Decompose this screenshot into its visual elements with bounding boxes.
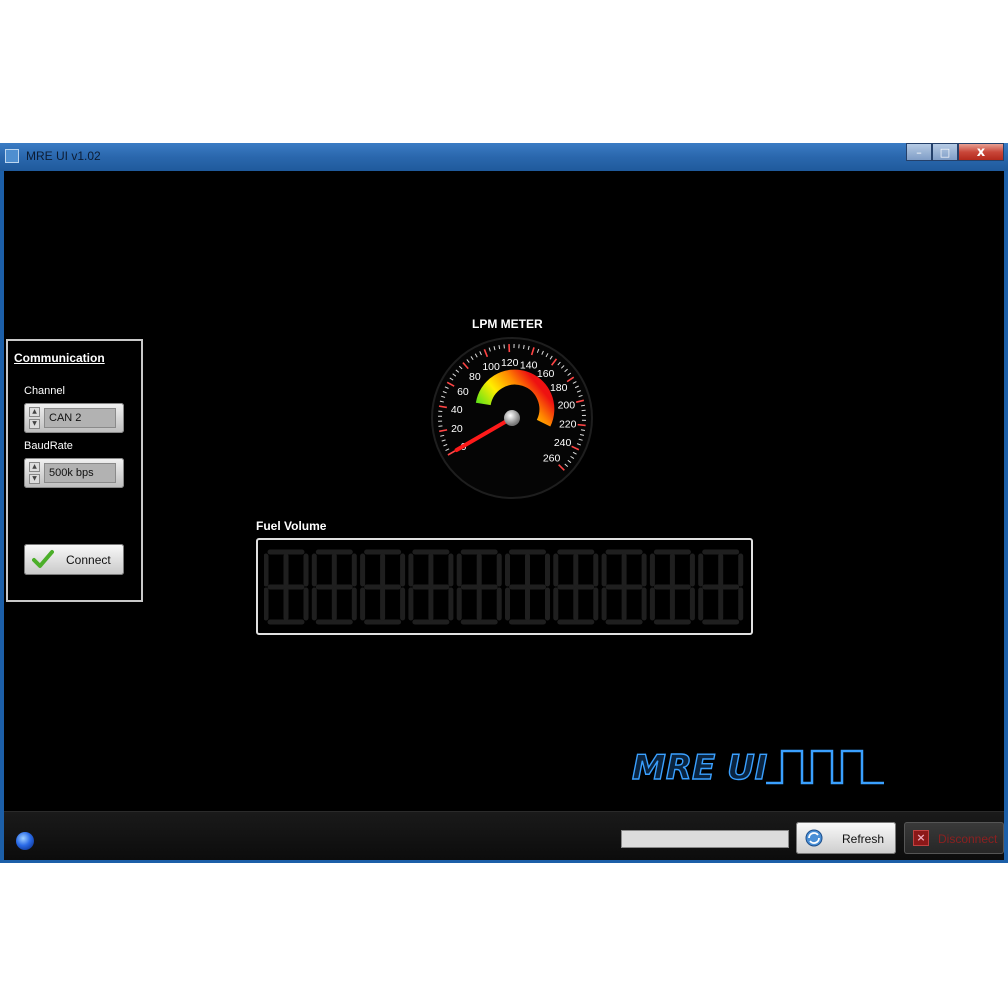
baudrate-spinner[interactable]: ▲ ▼ 500k bps: [24, 458, 124, 488]
client-area: Communication Channel ▲ ▼ CAN 2 BaudRate…: [4, 171, 1004, 860]
status-bar: Refresh × Disconnect: [4, 811, 1004, 860]
connect-label: Connect: [66, 553, 111, 567]
spinner-down-arrow-icon[interactable]: ▼: [29, 474, 40, 484]
gauge-tick-label: 260: [543, 453, 561, 465]
disconnect-button[interactable]: × Disconnect: [904, 822, 1004, 854]
segment-digit: [311, 549, 357, 625]
communication-title: Communication: [14, 351, 105, 365]
title-bar[interactable]: MRE UI v1.02 – □ x: [0, 143, 1008, 171]
segment-digit: [698, 549, 744, 625]
gauge-major-tick: [577, 423, 586, 427]
gauge-minor-tick: [580, 429, 586, 431]
gauge-cap: [504, 410, 520, 426]
segment-digit: [553, 549, 599, 625]
gauge-minor-tick: [498, 345, 501, 350]
close-icon: ×: [913, 830, 929, 846]
gauge-tick-label: 160: [537, 368, 555, 380]
fuel-volume-display: [256, 538, 753, 635]
status-led-icon: [16, 832, 34, 850]
seven-segment-display: [264, 549, 744, 625]
channel-spinner[interactable]: ▲ ▼ CAN 2: [24, 403, 124, 433]
progress-bar: [621, 830, 789, 848]
fuel-volume-title: Fuel Volume: [256, 519, 327, 533]
gauge-tick-label: 140: [520, 360, 538, 372]
gauge-tick-label: 180: [550, 382, 568, 394]
gauge-tick-label: 240: [554, 437, 572, 449]
lpm-gauge: 020406080100120140160180200220240260: [431, 337, 593, 499]
app-icon: [5, 149, 19, 163]
close-button[interactable]: x: [958, 143, 1004, 161]
gauge-minor-tick: [523, 344, 525, 350]
gauge-tick-label: 120: [501, 357, 519, 369]
gauge-tick-label: 40: [451, 404, 463, 416]
segment-digit: [505, 549, 550, 625]
segment-digit: [408, 549, 454, 625]
channel-value[interactable]: CAN 2: [44, 408, 116, 428]
gauge-tick-label: 100: [482, 361, 500, 373]
window-title: MRE UI v1.02: [26, 149, 101, 163]
channel-label: Channel: [24, 385, 65, 397]
gauge-title: LPM METER: [472, 317, 543, 331]
spinner-up-arrow-icon[interactable]: ▲: [29, 407, 40, 417]
gauge-tick-label: 80: [469, 371, 481, 383]
connect-button[interactable]: Connect: [24, 544, 124, 575]
maximize-button[interactable]: □: [932, 143, 958, 161]
refresh-icon: [805, 829, 823, 847]
gauge-tick-label: 20: [451, 423, 463, 435]
segment-digit: [456, 549, 502, 625]
segment-digit: [649, 549, 695, 625]
spinner-up-arrow-icon[interactable]: ▲: [29, 462, 40, 472]
window-controls: – □ x: [906, 143, 1004, 161]
baudrate-value[interactable]: 500k bps: [44, 463, 116, 483]
segment-digit: [601, 549, 647, 625]
gauge-tick-label: 200: [558, 400, 576, 412]
mre-ui-logo: MRE UI: [624, 747, 1002, 789]
segment-digit: [264, 549, 309, 625]
logo-text: MRE UI: [632, 748, 767, 788]
disconnect-label: Disconnect: [938, 832, 998, 846]
segment-digit: [360, 549, 406, 625]
gauge-tick-label: 220: [559, 419, 577, 431]
refresh-button[interactable]: Refresh: [796, 822, 896, 854]
checkmark-icon: [32, 550, 54, 568]
baudrate-label: BaudRate: [24, 440, 73, 452]
refresh-label: Refresh: [842, 832, 885, 846]
gauge-tick-label: 60: [457, 386, 469, 398]
communication-panel: Communication Channel ▲ ▼ CAN 2 BaudRate…: [6, 339, 143, 602]
minimize-button[interactable]: –: [906, 143, 932, 161]
spinner-down-arrow-icon[interactable]: ▼: [29, 419, 40, 429]
app-window: MRE UI v1.02 – □ x Communication Channel…: [0, 143, 1008, 863]
gauge-minor-tick: [580, 404, 585, 407]
square-wave-icon: [766, 749, 884, 785]
